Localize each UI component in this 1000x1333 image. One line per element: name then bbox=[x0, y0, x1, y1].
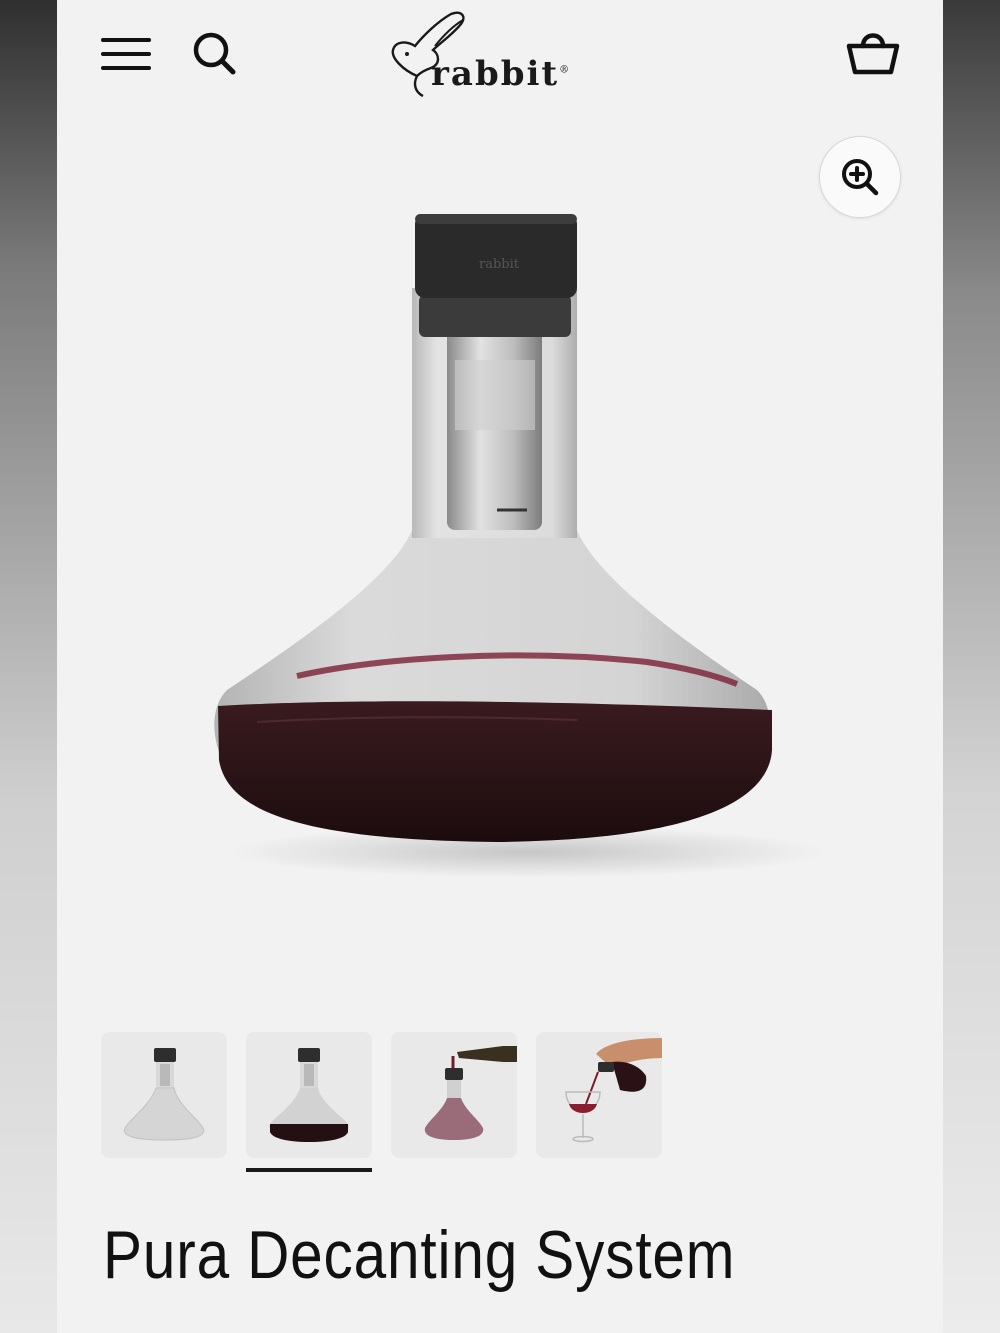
logo-wordmark: rabbit® bbox=[431, 54, 572, 94]
site-header: rabbit® bbox=[57, 0, 943, 110]
search-button[interactable] bbox=[191, 30, 237, 76]
cap-logo: rabbit bbox=[479, 257, 520, 272]
decanter-image: rabbit bbox=[214, 214, 827, 878]
thumbnail-pouring-into-glass[interactable] bbox=[536, 1032, 662, 1158]
product-title: Pura Decanting System bbox=[103, 1217, 736, 1293]
basket-icon bbox=[846, 33, 900, 75]
zoom-in-icon bbox=[842, 159, 879, 196]
thumbnail-gallery bbox=[101, 1032, 701, 1172]
hamburger-menu-icon bbox=[101, 38, 151, 70]
zoom-button[interactable] bbox=[819, 136, 901, 218]
search-icon bbox=[193, 32, 236, 75]
thumbnail-pouring-into-decanter[interactable] bbox=[391, 1032, 517, 1158]
product-page: rabbit® rabbit Pura Decanting System bbox=[57, 0, 943, 1333]
right-backdrop bbox=[943, 0, 1000, 1333]
thumbnail-empty-decanter[interactable] bbox=[101, 1032, 227, 1158]
active-thumbnail-indicator bbox=[246, 1168, 372, 1172]
brand-logo[interactable]: rabbit® bbox=[387, 10, 627, 102]
left-backdrop bbox=[0, 0, 57, 1333]
product-hero-image[interactable]: rabbit bbox=[57, 110, 943, 988]
cart-button[interactable] bbox=[845, 26, 901, 78]
menu-button[interactable] bbox=[101, 36, 153, 72]
thumbnail-decanter-with-wine[interactable] bbox=[246, 1032, 372, 1158]
